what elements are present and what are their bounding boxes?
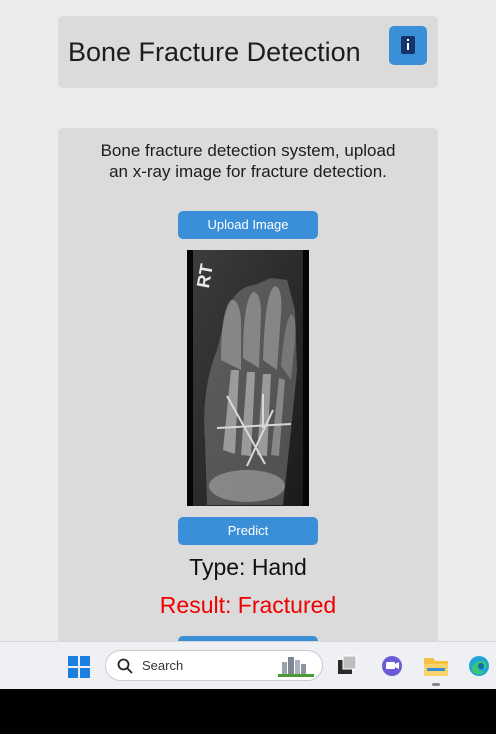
app-header: Bone Fracture Detection [58, 16, 438, 88]
page-title: Bone Fracture Detection [68, 37, 361, 67]
main-card: Bone fracture detection system, upload a… [58, 128, 438, 668]
screen-bottom-strip [0, 689, 496, 734]
description-text: Bone fracture detection system, upload a… [100, 141, 396, 181]
xray-image: RT [187, 250, 309, 506]
search-icon [117, 658, 133, 674]
active-app-indicator [432, 683, 440, 686]
task-view-icon[interactable] [336, 654, 358, 676]
info-button[interactable] [389, 26, 427, 65]
taskbar-search[interactable]: Search [105, 650, 323, 681]
prediction-result: Result: Fractured [159, 592, 337, 618]
taskbar: Search [0, 641, 496, 690]
search-highlight-icon [278, 657, 314, 677]
search-label: Search [142, 658, 184, 673]
predict-button[interactable]: Predict [178, 517, 318, 545]
windows-start-icon[interactable] [68, 656, 90, 678]
prediction-type: Type: Hand [189, 554, 307, 580]
upload-image-button[interactable]: Upload Image [178, 211, 318, 239]
chat-icon[interactable] [380, 654, 404, 678]
info-icon [401, 36, 415, 54]
xray-side-marker: RT [193, 262, 217, 290]
edge-icon[interactable] [467, 654, 491, 678]
file-explorer-icon[interactable] [423, 654, 449, 678]
